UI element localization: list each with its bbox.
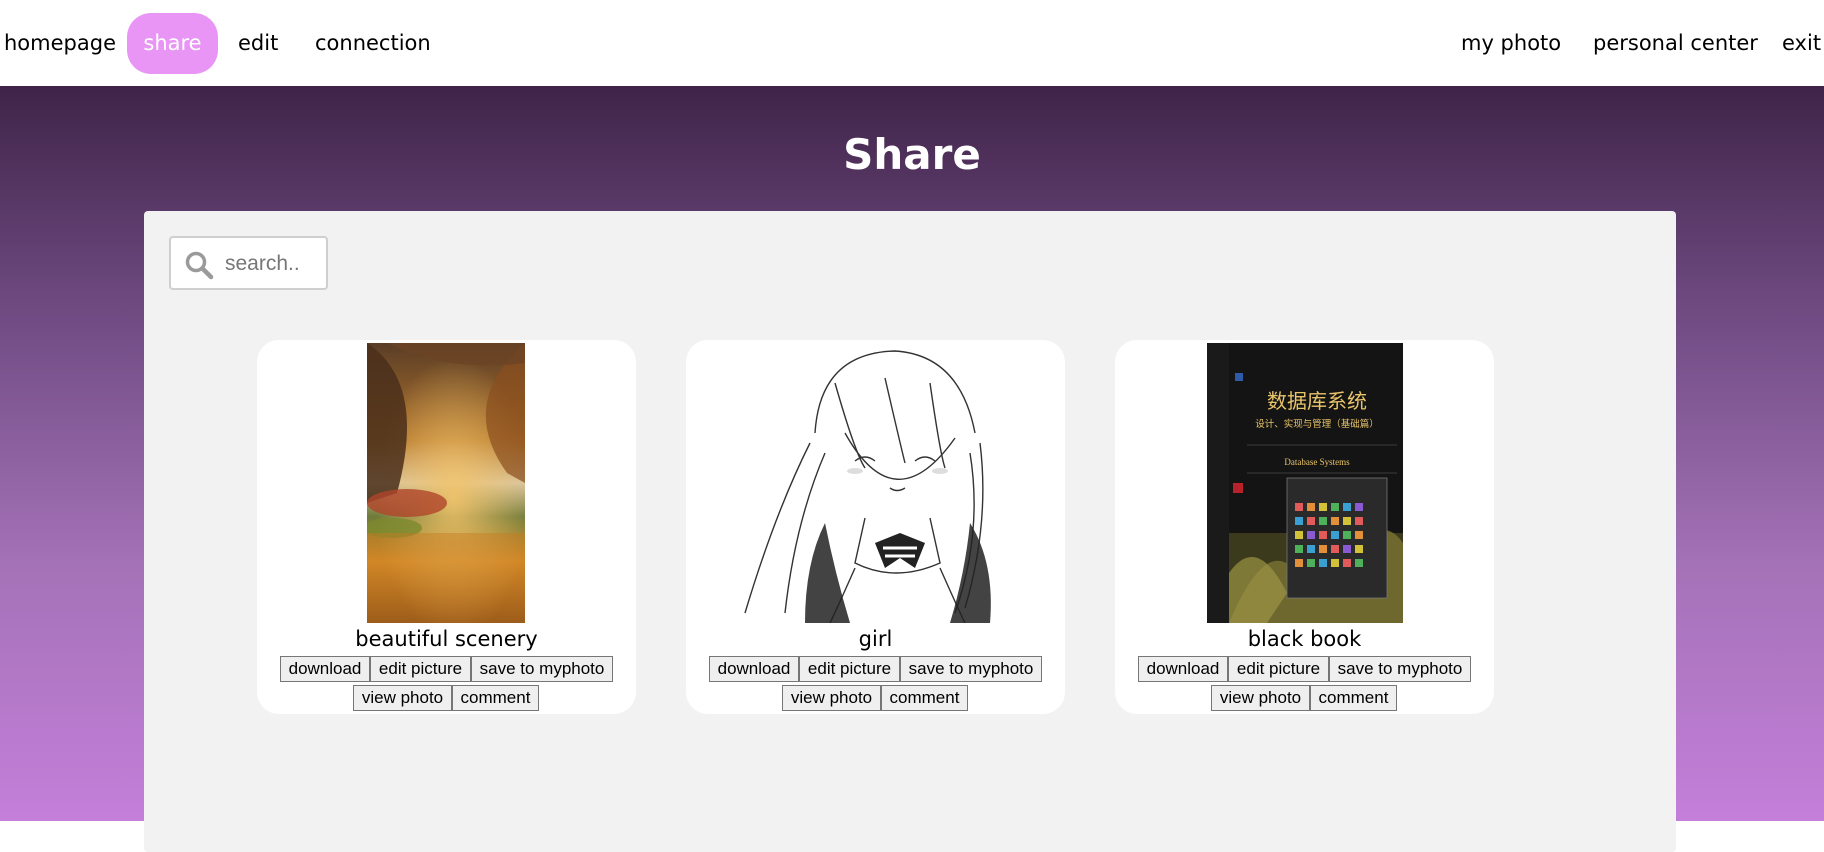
search-icon bbox=[185, 251, 214, 280]
page-title: Share bbox=[843, 130, 981, 179]
save-to-myphoto-button[interactable]: save to myphoto bbox=[471, 656, 613, 682]
main-area: Share search.. beautiful scenery downloa… bbox=[0, 86, 1824, 852]
book-title-cn: 数据库系统 bbox=[1267, 389, 1367, 413]
nav-homepage[interactable]: homepage bbox=[4, 0, 116, 86]
download-button[interactable]: download bbox=[280, 656, 370, 682]
edit-picture-button[interactable]: edit picture bbox=[799, 656, 900, 682]
nav-exit[interactable]: exit bbox=[1782, 0, 1821, 86]
save-to-myphoto-button[interactable]: save to myphoto bbox=[900, 656, 1042, 682]
photo-card: girl download edit picture save to mypho… bbox=[686, 340, 1065, 714]
nav-share[interactable]: share bbox=[127, 13, 218, 74]
download-button[interactable]: download bbox=[709, 656, 799, 682]
photo-card: beautiful scenery download edit picture … bbox=[257, 340, 636, 714]
comment-button[interactable]: comment bbox=[452, 685, 539, 711]
book-subtitle-cn: 设计、实现与管理（基础篇） bbox=[1255, 418, 1379, 430]
search-box[interactable] bbox=[169, 236, 328, 290]
card-title: black book bbox=[1247, 627, 1362, 651]
scenery-image[interactable] bbox=[367, 343, 525, 623]
search-input[interactable] bbox=[223, 246, 327, 282]
book-image[interactable]: 数据库系统 设计、实现与管理（基础篇） Database Systems bbox=[1207, 343, 1403, 623]
save-to-myphoto-button[interactable]: save to myphoto bbox=[1329, 656, 1471, 682]
top-nav: homepage share edit connection my photo … bbox=[0, 0, 1824, 86]
nav-connection[interactable]: connection bbox=[315, 0, 431, 86]
nav-edit[interactable]: edit bbox=[238, 0, 278, 86]
book-title-en: Database Systems bbox=[1284, 457, 1350, 467]
nav-personal-center[interactable]: personal center bbox=[1593, 0, 1758, 86]
comment-button[interactable]: comment bbox=[881, 685, 968, 711]
edit-picture-button[interactable]: edit picture bbox=[370, 656, 471, 682]
girl-image[interactable] bbox=[735, 343, 1005, 623]
download-button[interactable]: download bbox=[1138, 656, 1228, 682]
nav-my-photo[interactable]: my photo bbox=[1461, 0, 1561, 86]
comment-button[interactable]: comment bbox=[1310, 685, 1397, 711]
photo-card: 数据库系统 设计、实现与管理（基础篇） Database Systems bla… bbox=[1115, 340, 1494, 714]
view-photo-button[interactable]: view photo bbox=[782, 685, 881, 711]
view-photo-button[interactable]: view photo bbox=[353, 685, 452, 711]
view-photo-button[interactable]: view photo bbox=[1211, 685, 1310, 711]
card-title: beautiful scenery bbox=[355, 627, 538, 651]
share-panel: beautiful scenery download edit picture … bbox=[144, 211, 1676, 852]
card-title: girl bbox=[858, 627, 893, 651]
edit-picture-button[interactable]: edit picture bbox=[1228, 656, 1329, 682]
